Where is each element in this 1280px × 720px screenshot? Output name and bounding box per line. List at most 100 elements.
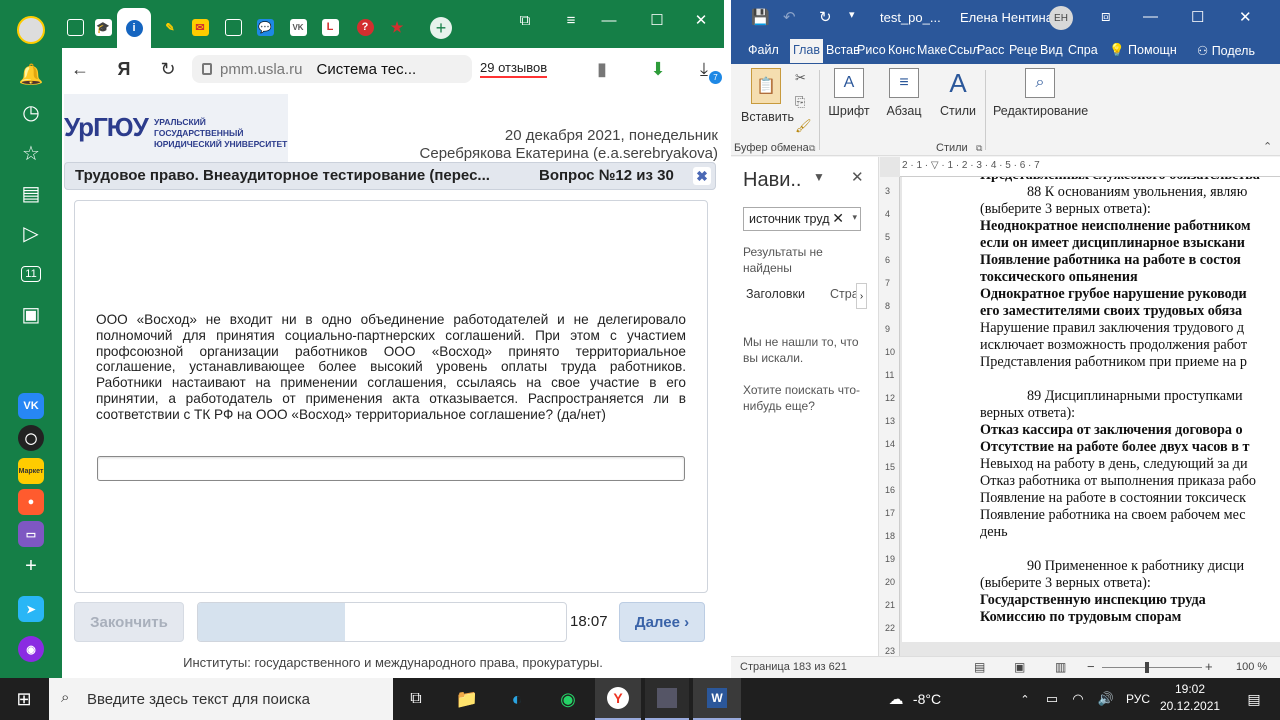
clock-icon[interactable]: ◷: [15, 96, 47, 128]
download-arrow-icon[interactable]: ⬇: [646, 58, 670, 80]
start-button[interactable]: ⊞: [0, 678, 48, 720]
word-avatar[interactable]: ЕН: [1049, 6, 1073, 30]
maximize-icon[interactable]: ☐: [642, 8, 672, 32]
avatar-icon[interactable]: [15, 14, 47, 46]
nav-tabs-scroll-icon[interactable]: ›: [856, 283, 867, 309]
format-painter-icon[interactable]: 🖌: [795, 118, 812, 134]
alice-circle-app[interactable]: ◯: [18, 425, 44, 451]
red-tab[interactable]: ?: [352, 14, 378, 40]
web-layout-icon[interactable]: ▥: [1055, 660, 1066, 674]
whatsapp-icon[interactable]: ◉: [548, 678, 588, 720]
collapse-ribbon-icon[interactable]: ⌃: [1263, 140, 1272, 153]
reviews-link[interactable]: 29 отзывов: [480, 60, 548, 78]
vk-app[interactable]: VK: [18, 393, 44, 419]
save-icon[interactable]: 💾: [751, 8, 770, 26]
styles-button[interactable]: A Стили: [935, 68, 981, 119]
zoom-level[interactable]: 100 %: [1236, 661, 1267, 673]
word-minimize-icon[interactable]: —: [1143, 8, 1158, 25]
zoom-out-icon[interactable]: −: [1087, 659, 1095, 674]
star-tab[interactable]: ★: [384, 14, 410, 40]
redo-icon[interactable]: ↻: [819, 8, 832, 26]
customize-icon[interactable]: ▾: [849, 8, 855, 21]
doc-tab[interactable]: [220, 14, 246, 40]
taskbar-search[interactable]: ⌕ Введите здесь текст для поиска: [49, 678, 393, 720]
send-app[interactable]: ➤: [18, 596, 44, 622]
tab-file[interactable]: Файл: [748, 43, 779, 57]
nav-options-icon[interactable]: ▼: [813, 170, 825, 184]
star-icon[interactable]: ☆: [15, 137, 47, 169]
notifications-icon[interactable]: ▤: [1236, 678, 1272, 720]
tab-design[interactable]: Конс: [888, 43, 915, 57]
tab-references[interactable]: Ссыл: [948, 43, 980, 57]
alice-app[interactable]: ◉: [18, 636, 44, 662]
yandex-browser-taskbar[interactable]: Y: [595, 678, 641, 720]
tab-insert[interactable]: Встав: [826, 43, 860, 57]
font-button[interactable]: A Шрифт: [826, 68, 872, 118]
word-maximize-icon[interactable]: ☐: [1191, 8, 1204, 26]
eda-app[interactable]: ●: [18, 489, 44, 515]
tab-review[interactable]: Реце: [1009, 43, 1038, 57]
downloads-icon[interactable]: ⤓ 7: [692, 58, 722, 84]
back-icon[interactable]: ←: [68, 58, 92, 80]
collections-icon[interactable]: ▤: [15, 177, 47, 209]
menu-icon[interactable]: ≡: [556, 8, 586, 32]
close-icon[interactable]: ✕: [686, 8, 716, 32]
file-explorer-icon[interactable]: 📁: [449, 678, 485, 720]
new-tab-button[interactable]: +: [430, 17, 452, 39]
reload-icon[interactable]: ↻: [156, 58, 180, 80]
gallery-icon[interactable]: ▣: [15, 298, 47, 330]
cut-icon[interactable]: ✂: [795, 70, 806, 86]
battery-icon[interactable]: ▭: [1040, 678, 1064, 720]
info-tab[interactable]: i: [117, 8, 151, 48]
clear-search-icon[interactable]: ✕: [832, 210, 844, 227]
tab-draw[interactable]: Рисо: [857, 43, 886, 57]
zoom-thumb[interactable]: [1145, 662, 1149, 673]
undo-icon[interactable]: ↶: [783, 8, 796, 26]
next-button[interactable]: Далее ›: [619, 602, 705, 642]
vk-tab[interactable]: VK: [285, 14, 311, 40]
bell-icon[interactable]: 🔔: [15, 58, 47, 90]
paste-button[interactable]: 📋 Вставить: [741, 68, 794, 124]
editing-button[interactable]: ⌕ Редактирование: [993, 68, 1088, 118]
l-tab[interactable]: L: [317, 14, 343, 40]
minimize-icon[interactable]: —: [594, 8, 624, 32]
close-test-button[interactable]: ✖: [693, 167, 711, 185]
nav-search-input[interactable]: источник труд ✕ ▾: [743, 207, 861, 231]
image-app-taskbar[interactable]: [645, 678, 689, 720]
play-icon[interactable]: ▷: [15, 217, 47, 249]
ribbon-options-icon[interactable]: ⧈: [1101, 8, 1111, 25]
weather-temp[interactable]: -8°C: [910, 678, 944, 720]
copy-icon[interactable]: ⎘: [795, 94, 805, 110]
zoom-slider[interactable]: [1102, 667, 1202, 668]
address-bar[interactable]: pmm.usla.ru Система тес...: [192, 55, 472, 83]
wand-tab[interactable]: ✎: [157, 14, 183, 40]
paragraph-button[interactable]: ≡ Абзац: [881, 68, 927, 118]
zoom-in-icon[interactable]: +: [1205, 659, 1213, 674]
tab-tell-me[interactable]: 💡 Помощн: [1109, 43, 1177, 58]
eleven-icon[interactable]: 11: [15, 258, 47, 290]
mail-tab[interactable]: ✉: [187, 14, 213, 40]
yandex-logo-icon[interactable]: Я: [112, 58, 136, 80]
tab-layout[interactable]: Маке: [917, 43, 947, 57]
volume-icon[interactable]: 🔊: [1094, 678, 1118, 720]
add-app-icon[interactable]: +: [18, 553, 44, 579]
bookmark-icon[interactable]: ▮: [590, 58, 614, 80]
task-view-icon[interactable]: ⧉: [400, 678, 432, 720]
print-layout-icon[interactable]: ▣: [1014, 660, 1025, 674]
page-counter[interactable]: Страница 183 из 621: [740, 661, 847, 673]
word-taskbar[interactable]: W: [693, 678, 741, 720]
new-tab[interactable]: [62, 14, 88, 40]
degree-tab[interactable]: 🎓: [90, 14, 116, 40]
wifi-icon[interactable]: ◠: [1066, 678, 1090, 720]
market-app[interactable]: Маркет: [18, 458, 44, 484]
finish-button[interactable]: Закончить: [74, 602, 184, 642]
tab-help[interactable]: Спра: [1068, 43, 1098, 57]
tabs-menu-icon[interactable]: ⧉: [510, 8, 540, 32]
word-close-icon[interactable]: ✕: [1239, 8, 1252, 26]
input-language[interactable]: РУС: [1122, 678, 1154, 720]
weather-icon[interactable]: ☁: [880, 678, 912, 720]
search-dropdown-icon[interactable]: ▾: [852, 212, 857, 223]
edge-icon[interactable]: ◐: [497, 678, 537, 720]
tab-view[interactable]: Вид: [1040, 43, 1063, 57]
tab-share[interactable]: ⚇ Подель: [1197, 43, 1255, 58]
